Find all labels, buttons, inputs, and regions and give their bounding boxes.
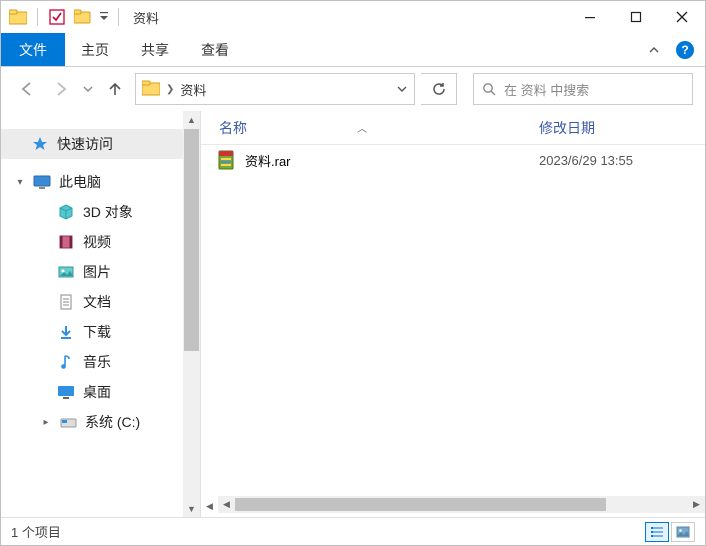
new-folder-icon[interactable] — [72, 6, 94, 28]
download-icon — [57, 323, 75, 341]
tree-label: 系统 (C:) — [85, 412, 140, 432]
refresh-button[interactable] — [421, 73, 457, 105]
navigation-pane: 快速访问 ▾ 此电脑 3D 对象 视频 图片 — [1, 111, 201, 517]
minimize-button[interactable] — [567, 1, 613, 33]
scroll-thumb[interactable] — [184, 129, 199, 351]
tree-drive-c[interactable]: ▸ 系统 (C:) — [1, 407, 200, 437]
view-thumbnails-button[interactable] — [671, 522, 695, 542]
column-date[interactable]: 修改日期 — [531, 118, 595, 138]
explorer-window: 资料 文件 主页 共享 查看 ? — [0, 0, 706, 546]
monitor-icon — [33, 173, 51, 191]
scroll-left-icon[interactable]: ◀ — [218, 496, 235, 513]
search-icon — [482, 82, 496, 96]
titlebar: 资料 — [1, 1, 705, 33]
scroll-right-icon[interactable]: ▶ — [688, 496, 705, 513]
ribbon-tab-share[interactable]: 共享 — [125, 33, 185, 66]
ribbon-tab-home[interactable]: 主页 — [65, 33, 125, 66]
tree-pictures[interactable]: 图片 — [1, 257, 200, 287]
music-icon — [57, 353, 75, 371]
tree-quick-access[interactable]: 快速访问 — [1, 129, 200, 159]
divider — [118, 8, 119, 26]
ribbon-expand-icon[interactable] — [637, 33, 671, 66]
column-date-label: 修改日期 — [539, 120, 595, 136]
navigation-bar: ❯ 资料 在 资料 中搜索 — [1, 67, 705, 111]
column-name[interactable]: 名称 ︿ — [201, 118, 531, 138]
star-icon — [31, 135, 49, 153]
tree-label: 音乐 — [83, 352, 111, 372]
folder-icon — [142, 80, 160, 98]
ribbon-tab-file[interactable]: 文件 — [1, 33, 65, 66]
chevron-right-icon[interactable]: ▸ — [41, 417, 51, 428]
body: 快速访问 ▾ 此电脑 3D 对象 视频 图片 — [1, 111, 705, 517]
maximize-button[interactable] — [613, 1, 659, 33]
up-button[interactable] — [101, 75, 129, 103]
forward-button[interactable] — [47, 75, 75, 103]
file-name: 资料.rar — [245, 151, 291, 170]
chevron-down-icon[interactable]: ▾ — [15, 177, 25, 188]
tree-label: 桌面 — [83, 382, 111, 402]
search-placeholder: 在 资料 中搜索 — [504, 80, 589, 99]
history-dropdown-icon[interactable] — [81, 75, 95, 103]
tree-label: 3D 对象 — [83, 202, 133, 222]
file-date: 2023/6/29 13:55 — [531, 153, 633, 168]
nav-pane-scrollbar[interactable]: ▲ ▼ — [183, 111, 200, 517]
picture-icon — [57, 263, 75, 281]
help-icon: ? — [676, 41, 694, 59]
search-input[interactable]: 在 资料 中搜索 — [473, 73, 693, 105]
tree-label: 视频 — [83, 232, 111, 252]
quick-access-toolbar: 资料 — [1, 6, 159, 28]
doc-icon — [57, 293, 75, 311]
file-list-pane: 名称 ︿ 修改日期 — [201, 111, 705, 517]
address-segment[interactable]: 资料 — [180, 80, 206, 99]
tree-label: 下载 — [83, 322, 111, 342]
ribbon-tabs: 文件 主页 共享 查看 ? — [1, 33, 705, 67]
help-button[interactable]: ? — [671, 33, 699, 66]
tree-downloads[interactable]: 下载 — [1, 317, 200, 347]
tree-3d-objects[interactable]: 3D 对象 — [1, 197, 200, 227]
file-list[interactable]: 资料.rar 2023/6/29 13:55 — [201, 145, 705, 496]
status-text: 1 个项目 — [11, 522, 61, 541]
divider — [37, 8, 38, 26]
tree-documents[interactable]: 文档 — [1, 287, 200, 317]
tree-videos[interactable]: 视频 — [1, 227, 200, 257]
scroll-thumb[interactable] — [235, 498, 606, 511]
window-title: 资料 — [133, 8, 159, 27]
scroll-up-icon[interactable]: ▲ — [183, 111, 200, 128]
view-details-button[interactable] — [645, 522, 669, 542]
address-dropdown-icon[interactable] — [396, 83, 408, 95]
collapse-pane-icon[interactable]: ◀ — [201, 498, 218, 515]
back-button[interactable] — [13, 75, 41, 103]
film-icon — [57, 233, 75, 251]
chevron-right-icon[interactable]: ❯ — [166, 84, 174, 95]
scroll-down-icon[interactable]: ▼ — [183, 500, 200, 517]
sort-indicator-icon: ︿ — [357, 120, 367, 135]
desktop-icon — [57, 383, 75, 401]
folder-icon — [7, 6, 29, 28]
drive-icon — [59, 413, 77, 431]
ribbon-tab-view[interactable]: 查看 — [185, 33, 245, 66]
file-row[interactable]: 资料.rar 2023/6/29 13:55 — [201, 145, 705, 175]
qat-dropdown-icon[interactable] — [98, 6, 110, 28]
address-bar[interactable]: ❯ 资料 — [135, 73, 415, 105]
tree-label: 快速访问 — [57, 134, 113, 154]
properties-checkbox-icon[interactable] — [46, 6, 68, 28]
column-name-label: 名称 — [219, 118, 247, 138]
tree-label: 此电脑 — [59, 172, 101, 192]
content-scrollbar[interactable]: ◀ ▶ — [218, 496, 705, 513]
column-headers: 名称 ︿ 修改日期 — [201, 111, 705, 145]
tree-desktop[interactable]: 桌面 — [1, 377, 200, 407]
cube-icon — [57, 203, 75, 221]
close-button[interactable] — [659, 1, 705, 33]
tree-this-pc[interactable]: ▾ 此电脑 — [1, 167, 200, 197]
tree-label: 文档 — [83, 292, 111, 312]
window-controls — [567, 1, 705, 33]
view-switcher — [645, 522, 695, 542]
status-bar: 1 个项目 — [1, 517, 705, 545]
tree-label: 图片 — [83, 262, 111, 282]
rar-archive-icon — [217, 150, 235, 170]
tree-music[interactable]: 音乐 — [1, 347, 200, 377]
